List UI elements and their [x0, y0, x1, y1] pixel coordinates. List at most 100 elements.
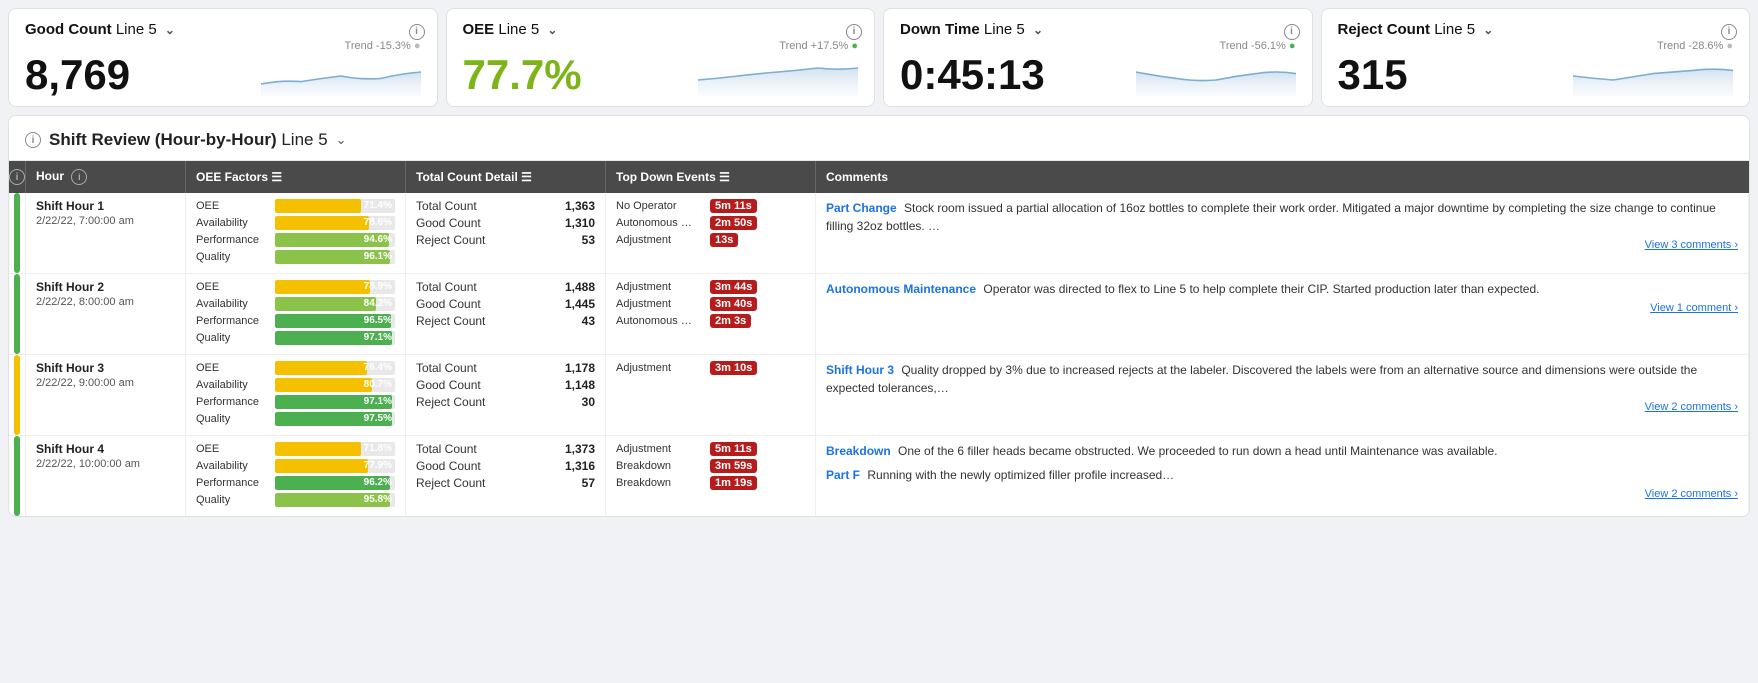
oee-label-3-3: Quality — [196, 494, 271, 506]
comment-text-3-0: One of the 6 filler heads became obstruc… — [898, 444, 1497, 458]
count-label-3-1: Good Count — [416, 459, 481, 473]
count-label-0-1: Good Count — [416, 216, 481, 230]
down-event-label-1-1: Adjustment — [616, 298, 706, 310]
hour-date-1: 2/22/22, 8:00:00 am — [36, 296, 175, 308]
comment-text-0-0: Stock room issued a partial allocation o… — [826, 201, 1716, 233]
count-val-3-1: 1,316 — [565, 459, 595, 473]
row-down-events-0: No Operator 5m 11s Autonomous … 2m 50s A… — [606, 193, 816, 274]
hour-label-2: Shift Hour 3 — [36, 361, 175, 375]
kpi-info-icon-oee[interactable]: i — [846, 21, 862, 40]
down-event-label-0-2: Adjustment — [616, 234, 706, 246]
down-badge-3-1: 3m 59s — [710, 459, 757, 473]
oee-factor-3-2: Performance 96.2% — [196, 476, 395, 490]
oee-bar-wrap-0-1: 78.6% — [275, 216, 395, 230]
indicator-bar-2 — [14, 355, 20, 435]
row-down-events-2: Adjustment 3m 10s — [606, 355, 816, 436]
hour-date-2: 2/22/22, 9:00:00 am — [36, 377, 175, 389]
down-event-2-0: Adjustment 3m 10s — [616, 361, 805, 375]
view-comments-link-3-1[interactable]: View 2 comments › — [826, 486, 1738, 503]
down-event-0-2: Adjustment 13s — [616, 233, 805, 247]
comment-type-0-0[interactable]: Part Change — [826, 201, 897, 215]
count-row-1-1: Good Count 1,445 — [416, 297, 595, 311]
down-badge-3-0: 5m 11s — [710, 442, 757, 456]
kpi-info-icon-reject-count[interactable]: i — [1721, 21, 1737, 40]
count-label-2-2: Reject Count — [416, 395, 485, 409]
shift-table: i Hour i OEE Factors ☰ Total Count Detai… — [9, 161, 1749, 516]
oee-bar-wrap-2-1: 80.7% — [275, 378, 395, 392]
oee-bar-0-0 — [275, 199, 361, 213]
down-event-1-2: Autonomous … 2m 3s — [616, 314, 805, 328]
row-counts-0: Total Count 1,363 Good Count 1,310 Rejec… — [406, 193, 606, 274]
kpi-title-oee: OEE Line 5 ⌄ — [463, 21, 859, 38]
view-comments-link-0-0[interactable]: View 3 comments › — [826, 237, 1738, 254]
oee-pct-3-2: 96.2% — [364, 476, 392, 490]
comment-block-1-0: Autonomous Maintenance Operator was dire… — [826, 280, 1738, 317]
kpi-info-icon-down-time[interactable]: i — [1284, 21, 1300, 40]
comment-type-1-0[interactable]: Autonomous Maintenance — [826, 282, 976, 296]
comment-block-2-0: Shift Hour 3 Quality dropped by 3% due t… — [826, 361, 1738, 416]
count-row-0-0: Total Count 1,363 — [416, 199, 595, 213]
oee-factor-0-0: OEE 71.4% — [196, 199, 395, 213]
oee-pct-2-0: 76.4% — [364, 361, 392, 375]
count-label-0-2: Reject Count — [416, 233, 485, 247]
kpi-value-oee: 77.7% — [463, 54, 582, 96]
down-event-label-0-0: No Operator — [616, 200, 706, 212]
down-badge-3-2: 1m 19s — [710, 476, 757, 490]
row-indicator-0 — [9, 193, 26, 274]
th-hour: Hour i — [26, 161, 186, 193]
oee-factor-1-1: Availability 84.2% — [196, 297, 395, 311]
down-event-0-0: No Operator 5m 11s — [616, 199, 805, 213]
kpi-value-row-oee: 77.7% — [463, 54, 859, 96]
oee-factor-3-1: Availability 77.9% — [196, 459, 395, 473]
oee-label-2-2: Performance — [196, 396, 271, 408]
oee-bar-1-0 — [275, 280, 370, 294]
oee-bar-2-1 — [275, 378, 372, 392]
th-count-detail: Total Count Detail ☰ — [406, 161, 606, 193]
count-val-3-0: 1,373 — [565, 442, 595, 456]
down-event-3-2: Breakdown 1m 19s — [616, 476, 805, 490]
row-down-events-3: Adjustment 5m 11s Breakdown 3m 59s Break… — [606, 436, 816, 517]
oee-bar-1-1 — [275, 297, 376, 311]
comment-block-0-0: Part Change Stock room issued a partial … — [826, 199, 1738, 254]
oee-label-1-0: OEE — [196, 281, 271, 293]
oee-bar-wrap-0-0: 71.4% — [275, 199, 395, 213]
comment-type-3-1[interactable]: Part F — [826, 468, 860, 482]
row-indicator-3 — [9, 436, 26, 517]
kpi-chevron-reject-count[interactable]: ⌄ — [1483, 23, 1493, 37]
kpi-card-down-time: Down Time Line 5 ⌄ i Trend -56.1% ● 0:45… — [883, 8, 1313, 107]
table-row: Shift Hour 3 2/22/22, 9:00:00 am OEE 76.… — [9, 355, 1749, 436]
comment-type-3-0[interactable]: Breakdown — [826, 444, 891, 458]
row-hour-0: Shift Hour 1 2/22/22, 7:00:00 am — [26, 193, 186, 274]
row-comments-2: Shift Hour 3 Quality dropped by 3% due t… — [816, 355, 1749, 436]
view-comments-link-2-0[interactable]: View 2 comments › — [826, 399, 1738, 416]
shift-info-icon[interactable]: i — [25, 132, 41, 148]
table-row: Shift Hour 2 2/22/22, 8:00:00 am OEE 78.… — [9, 274, 1749, 355]
oee-label-3-2: Performance — [196, 477, 271, 489]
count-val-2-0: 1,178 — [565, 361, 595, 375]
indicator-bar-1 — [14, 274, 20, 354]
oee-pct-2-1: 80.7% — [364, 378, 392, 392]
count-val-0-2: 53 — [582, 233, 595, 247]
kpi-chevron-oee[interactable]: ⌄ — [547, 23, 557, 37]
kpi-sparkline-oee — [698, 56, 858, 96]
kpi-info-icon-good-count[interactable]: i — [409, 21, 425, 40]
oee-pct-1-0: 78.9% — [364, 280, 392, 294]
oee-pct-0-2: 94.6% — [364, 233, 392, 247]
count-row-1-0: Total Count 1,488 — [416, 280, 595, 294]
oee-pct-3-0: 71.8% — [364, 442, 392, 456]
kpi-chevron-down-time[interactable]: ⌄ — [1033, 23, 1043, 37]
kpi-sparkline-good-count — [261, 56, 421, 96]
table-row: Shift Hour 4 2/22/22, 10:00:00 am OEE 71… — [9, 436, 1749, 517]
comment-block-3-0: Breakdown One of the 6 filler heads beca… — [826, 442, 1738, 460]
comment-text-1-0: Operator was directed to flex to Line 5 … — [983, 282, 1539, 296]
down-badge-2-0: 3m 10s — [710, 361, 757, 375]
oee-pct-1-2: 96.5% — [364, 314, 392, 328]
oee-factor-2-0: OEE 76.4% — [196, 361, 395, 375]
oee-label-2-3: Quality — [196, 413, 271, 425]
count-label-1-0: Total Count — [416, 280, 477, 294]
comment-type-2-0[interactable]: Shift Hour 3 — [826, 363, 894, 377]
view-comments-link-1-0[interactable]: View 1 comment › — [826, 300, 1738, 317]
shift-review-chevron[interactable]: ⌄ — [336, 132, 347, 148]
kpi-sparkline-reject-count — [1573, 56, 1733, 96]
kpi-chevron-good-count[interactable]: ⌄ — [165, 23, 175, 37]
